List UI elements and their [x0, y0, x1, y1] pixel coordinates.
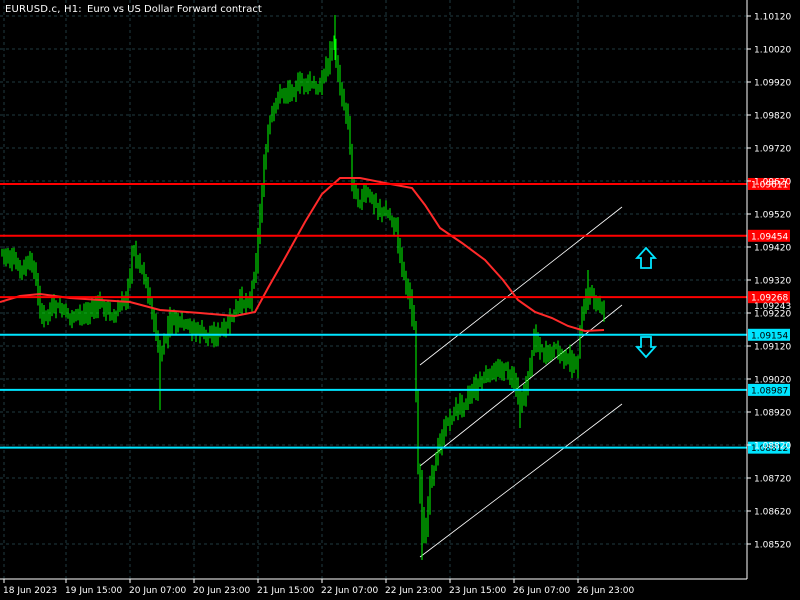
- signal-arrows[interactable]: [634, 246, 658, 359]
- sell-arrow-icon[interactable]: [634, 336, 658, 359]
- price-tick-label: 1.09820: [754, 112, 791, 122]
- price-tick-label: 1.09520: [754, 211, 791, 221]
- ma-curve: [0, 177, 605, 333]
- time-tick-label: 19 Jun 15:00: [65, 586, 122, 596]
- time-tick-label: 20 Jun 07:00: [129, 586, 186, 596]
- price-tick-label: 1.08520: [754, 541, 791, 551]
- price-tick-label: 1.09420: [754, 244, 791, 254]
- time-tick-label: 23 Jun 15:00: [449, 586, 506, 596]
- price-chart[interactable]: 1.096111.094541.092681.091541.089871.088…: [0, 0, 800, 600]
- level-price-label: 1.09454: [751, 232, 788, 242]
- level-price-label: 1.09154: [751, 331, 788, 341]
- price-tick-label: 1.08620: [754, 508, 791, 518]
- chart-grid: [0, 0, 747, 579]
- price-tick-label: 1.10120: [754, 13, 791, 23]
- time-tick-label: 26 Jun 23:00: [577, 586, 634, 596]
- price-tick-label: 1.09020: [754, 376, 791, 386]
- current-price-label: 1.09243: [754, 302, 791, 312]
- level-price-label: 1.08987: [751, 386, 788, 396]
- buy-arrow-icon[interactable]: [634, 246, 658, 269]
- price-tick-label: 1.09620: [754, 178, 791, 188]
- time-tick-label: 18 Jun 2023: [3, 586, 57, 596]
- symbol-description: Euro vs US Dollar Forward contract: [87, 4, 262, 15]
- price-tick-label: 1.09920: [754, 79, 791, 89]
- price-tick-label: 1.09120: [754, 343, 791, 353]
- symbol-timeframe: EURUSD.c, H1:: [5, 4, 82, 15]
- chart-title: EURUSD.c, H1: Euro vs US Dollar Forward …: [5, 4, 262, 16]
- price-tick-label: 1.08720: [754, 475, 791, 485]
- price-tick-label: 1.10020: [754, 46, 791, 56]
- time-tick-label: 20 Jun 23:00: [193, 586, 250, 596]
- price-tick-label: 1.08820: [754, 442, 791, 452]
- price-tick-label: 1.08920: [754, 409, 791, 419]
- time-tick-label: 21 Jun 15:00: [257, 586, 314, 596]
- moving-average-line: [0, 177, 605, 333]
- time-tick-label: 22 Jun 07:00: [321, 586, 378, 596]
- price-tick-label: 1.09320: [754, 277, 791, 287]
- price-tick-label: 1.09720: [754, 145, 791, 155]
- time-tick-label: 26 Jun 07:00: [513, 586, 570, 596]
- time-tick-label: 22 Jun 23:00: [385, 586, 442, 596]
